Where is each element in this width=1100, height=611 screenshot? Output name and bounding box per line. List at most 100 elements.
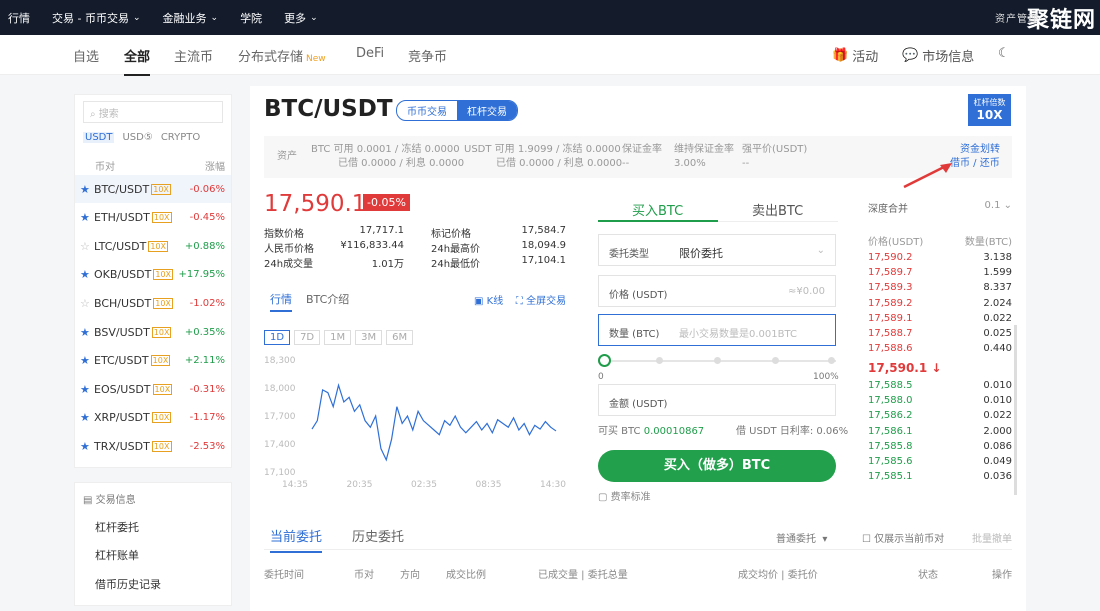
bid-row[interactable]: 17,585.8 0.086 (868, 441, 1012, 455)
quote-tab-usdt[interactable]: USDT (83, 132, 115, 143)
depth-select[interactable]: 0.1 ⌄ (985, 200, 1012, 211)
bid-row[interactable]: 17,586.2 0.022 (868, 410, 1012, 424)
quote-tab-usd[interactable]: USD⑤ (122, 132, 152, 143)
borrow-history-link[interactable]: 借币历史记录 (95, 576, 161, 592)
bid-row[interactable]: 17,588.5 0.010 (868, 380, 1012, 394)
transfer-link[interactable]: 资金划转 (960, 143, 1000, 157)
top-nav-item[interactable]: 学院 (240, 10, 262, 26)
range-tab[interactable]: 6M (386, 330, 414, 345)
pair-list-item[interactable]: ★ TRX/USDT 10X -2.53% (75, 432, 231, 460)
new-badge: New (306, 54, 326, 64)
margin-orders-link[interactable]: 杠杆委托 (95, 519, 139, 535)
ask-row[interactable]: 17,589.3 8.337 (868, 282, 1012, 296)
spot-trading-tab[interactable]: 币币交易 (397, 101, 457, 120)
star-icon[interactable]: ★ (80, 440, 94, 453)
star-icon[interactable]: ★ (80, 326, 94, 339)
bid-row[interactable]: 17,585.6 0.049 (868, 456, 1012, 470)
pair-list-item[interactable]: ★ BTC/USDT 10X -0.06% (75, 175, 231, 203)
star-icon[interactable]: ☆ (80, 240, 94, 253)
tab-defi[interactable]: DeFi (356, 46, 384, 61)
order-type-filter[interactable]: 普通委托 ▾ (776, 530, 827, 545)
change-badge: -0.05% (363, 194, 410, 211)
bid-row[interactable]: 17,588.0 0.010 (868, 395, 1012, 409)
ask-row[interactable]: 17,588.7 0.025 (868, 328, 1012, 342)
pair-list-item[interactable]: ★ OKB/USDT 10X +17.95% (75, 261, 231, 289)
top-nav-item[interactable]: 金融业务 ⌄ (163, 10, 219, 26)
pair-change: -2.53% (189, 440, 225, 452)
liquidation-label: 强平价(USDT) (742, 144, 808, 155)
tab-favorites[interactable]: 自选 (73, 46, 99, 65)
tab-market[interactable]: 行情 (270, 293, 292, 312)
kline-link[interactable]: ▣ K线 (474, 296, 503, 307)
pair-list-item[interactable]: ★ ETH/USDT 10X -0.45% (75, 204, 231, 232)
price-chart[interactable]: 18,300 18,000 17,700 17,400 17,100 14:35 20:35… (262, 350, 568, 490)
star-icon[interactable]: ★ (80, 183, 94, 196)
orders-col-header: 成交均价 | 委托价 (738, 570, 818, 581)
orderbook-scrollbar[interactable] (1014, 325, 1017, 495)
pair-list-item[interactable]: ★ ETC/USDT 10X +2.11% (75, 347, 231, 375)
price-input[interactable]: 价格 (USDT) ≈¥0.00 (598, 275, 836, 307)
header-pair[interactable]: 币对 (95, 158, 115, 173)
order-type-select[interactable]: 委托类型 限价委托 ⌄ (598, 234, 836, 266)
stat-label: 人民币价格 (264, 244, 314, 255)
tab-btc-intro[interactable]: BTC介绍 (306, 293, 349, 306)
range-tab[interactable]: 1M (324, 330, 352, 345)
assets-management-link[interactable]: 资产管理 (995, 10, 1039, 25)
slider-knob[interactable] (598, 354, 611, 367)
tab-all[interactable]: 全部 (124, 46, 151, 76)
moon-icon[interactable]: ☾ (998, 46, 1010, 61)
ask-price: 17,589.7 (868, 267, 913, 279)
buy-tab[interactable]: 买入BTC (632, 200, 683, 219)
star-icon[interactable]: ★ (80, 268, 94, 281)
range-tab[interactable]: 7D (294, 330, 321, 345)
quote-tab-crypto[interactable]: CRYPTO (161, 132, 200, 143)
pair-list-item[interactable]: ★ EOS/USDT 10X -0.31% (75, 375, 231, 403)
pair-name: ETC/USDT (94, 354, 149, 368)
fullscreen-link[interactable]: ⛶ 全屏交易 (516, 296, 566, 307)
range-tab[interactable]: 3M (355, 330, 383, 345)
bid-row[interactable]: 17,585.1 0.036 (868, 471, 1012, 485)
tab-mainstream[interactable]: 主流币 (174, 46, 213, 65)
bid-row[interactable]: 17,586.1 2.000 (868, 426, 1012, 440)
ask-row[interactable]: 17,589.7 1.599 (868, 267, 1012, 281)
tab-storage[interactable]: 分布式存储 New (238, 46, 326, 65)
star-icon[interactable]: ★ (80, 383, 94, 396)
amount-slider[interactable] (598, 354, 836, 368)
borrow-repay-link[interactable]: 借币 / 还币 (950, 157, 1000, 171)
quantity-input[interactable]: 数量 (BTC) 最小交易数量是0.001BTC (598, 314, 836, 346)
star-icon[interactable]: ☆ (80, 297, 94, 310)
range-tab[interactable]: 1D (264, 330, 291, 345)
star-icon[interactable]: ★ (80, 354, 94, 367)
search-input[interactable]: ⌕ 搜索 (83, 101, 223, 123)
sell-tab[interactable]: 卖出BTC (752, 200, 803, 219)
ask-row[interactable]: 17,590.2 3.138 (868, 252, 1012, 266)
ask-row[interactable]: 17,589.2 2.024 (868, 298, 1012, 312)
pair-list-item[interactable]: ☆ BCH/USDT 10X -1.02% (75, 289, 231, 317)
top-nav-item[interactable]: 更多 ⌄ (284, 10, 318, 26)
activity-link[interactable]: 🎁 活动 (832, 46, 878, 65)
fee-link[interactable]: ▢ 费率标准 (598, 488, 651, 503)
buy-long-button[interactable]: 买入（做多）BTC (598, 450, 836, 482)
only-current-pair-checkbox[interactable]: ☐ 仅展示当前币对 (862, 530, 944, 545)
pair-list-item[interactable]: ☆ LTC/USDT 10X +0.88% (75, 232, 231, 260)
ask-row[interactable]: 17,588.6 0.440 (868, 343, 1012, 357)
header-change[interactable]: 涨幅 (205, 158, 225, 173)
top-nav-label: 金融业务 (162, 11, 207, 25)
stat-value: 1.01万 (371, 259, 404, 270)
star-icon[interactable]: ★ (80, 411, 94, 424)
star-icon[interactable]: ★ (80, 211, 94, 224)
tab-order-history[interactable]: 历史委托 (352, 526, 404, 545)
tab-competing[interactable]: 竞争币 (408, 46, 447, 65)
leverage-badge[interactable]: 杠杆倍数 10X (968, 94, 1011, 126)
amount-input[interactable]: 金额 (USDT) (598, 384, 836, 416)
top-nav-item[interactable]: 交易 - 币币交易 ⌄ (52, 10, 141, 26)
pair-list-item[interactable]: ★ XRP/USDT 10X -1.17% (75, 404, 231, 432)
batch-cancel-button[interactable]: 批量撤单 (972, 530, 1012, 545)
top-nav-item[interactable]: 行情 (8, 10, 30, 26)
ask-row[interactable]: 17,589.1 0.022 (868, 313, 1012, 327)
margin-bills-link[interactable]: 杠杆账单 (95, 547, 139, 563)
margin-trading-tab[interactable]: 杠杆交易 (457, 101, 517, 120)
tab-open-orders[interactable]: 当前委托 (270, 526, 323, 553)
market-info-link[interactable]: 💬 市场信息 (902, 46, 974, 65)
pair-list-item[interactable]: ★ BSV/USDT 10X +0.35% (75, 318, 231, 346)
